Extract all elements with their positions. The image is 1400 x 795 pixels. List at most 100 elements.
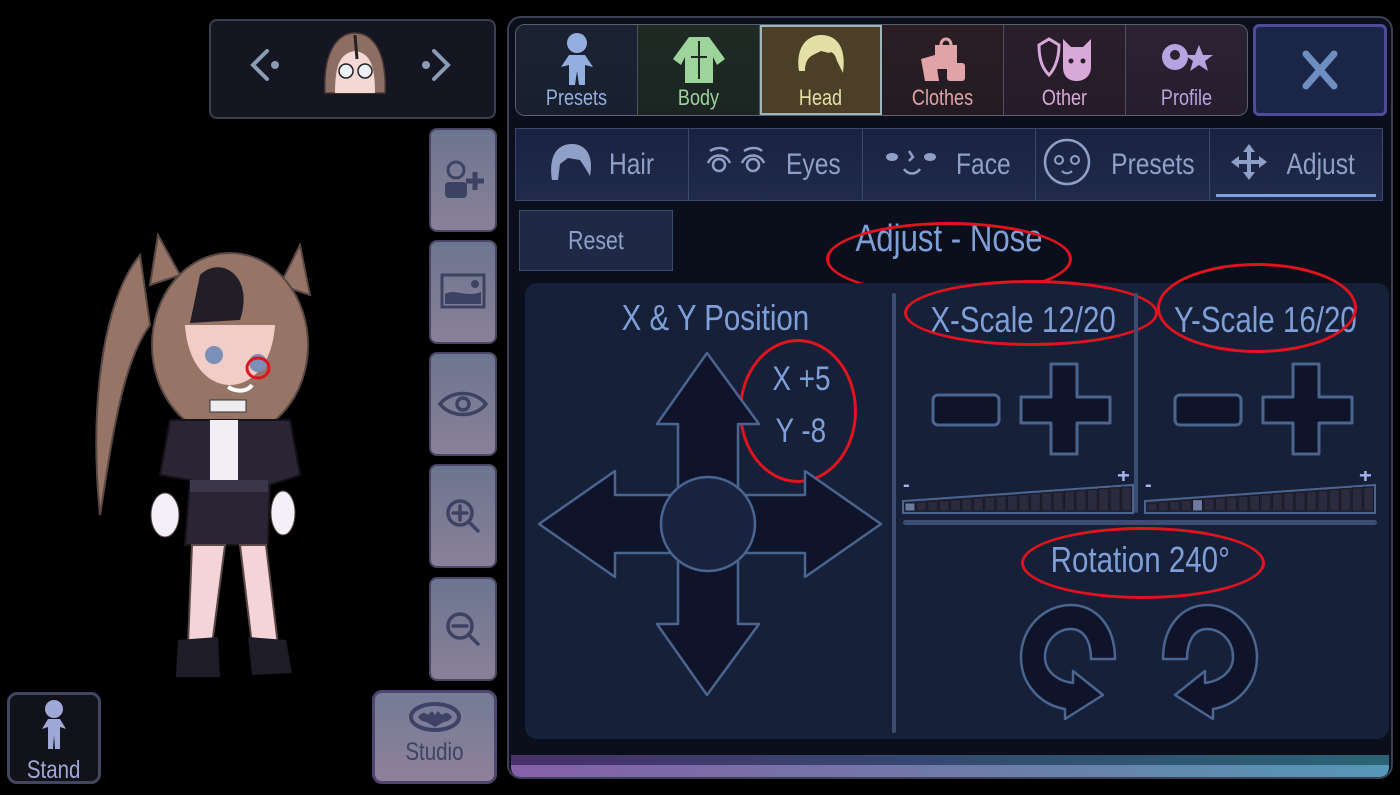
slider-segment [1007,494,1018,512]
x-scale-buttons [931,362,1112,456]
sub-tab-label: Adjust [1286,147,1356,181]
face-icon [882,145,940,184]
category-tab-body[interactable]: Body [638,25,760,115]
person-icon [560,33,593,85]
bat-logo-icon [408,702,461,732]
slider-thumb[interactable] [904,502,916,512]
sub-tab-eyes[interactable]: Eyes [689,129,863,200]
slider-segment [1052,491,1064,512]
rotation-buttons [1019,603,1259,721]
slider-segment [1237,495,1249,512]
slider-segment [1328,489,1340,512]
slider-segment [1249,494,1260,512]
eyes-icon [704,145,770,184]
slider-segment [1351,487,1363,512]
category-tab-head[interactable]: Head [760,25,882,115]
slider-segment [1121,486,1133,512]
image-icon [440,273,486,309]
sub-tab-adjust[interactable]: Adjust [1210,129,1382,200]
zoom-in-icon [446,499,480,533]
head-sub-tabs: Hair Eyes Face Presets Adjust [515,128,1383,201]
slider-segment [1294,491,1306,512]
sub-tab-label: Face [955,147,1011,181]
sub-tab-face[interactable]: Face [863,129,1037,200]
shield-cat-icon [1036,37,1091,81]
slider-segment [1180,499,1192,512]
close-button[interactable] [1253,24,1387,116]
jacket-icon [672,37,725,83]
next-character-button[interactable] [414,45,454,85]
y-scale-decrease-button[interactable] [1173,393,1243,427]
category-label: Presets [545,85,608,110]
prev-character-button[interactable] [247,45,287,85]
slider-segment [961,498,973,512]
slider-segment [1086,489,1098,512]
category-tab-other[interactable]: Other [1004,25,1126,115]
category-tab-clothes[interactable]: Clothes [882,25,1004,115]
slider-segment [972,497,984,512]
sub-tab-label: Presets [1110,147,1195,181]
studio-button[interactable]: Studio [372,690,497,784]
sub-tab-hair[interactable]: Hair [516,129,690,200]
rotate-counterclockwise-button[interactable] [1161,603,1259,721]
y-scale-slider[interactable]: - + [1143,471,1377,517]
position-header: X & Y Position [621,297,809,338]
x-scale-decrease-button[interactable] [931,393,1001,427]
divider [903,520,1377,525]
slider-segment [915,501,927,512]
close-icon [1302,50,1338,90]
slider-segment [1306,490,1318,512]
category-tab-presets[interactable]: Presets [516,25,638,115]
background-button[interactable] [429,240,497,344]
sub-tab-presets[interactable]: Presets [1036,129,1210,200]
slider-segment [938,499,950,512]
hair-icon [546,142,594,187]
eye-icon [437,391,489,417]
add-person-icon [445,160,484,198]
zoom-out-button[interactable] [429,577,497,681]
slider-segment [1283,492,1295,512]
slider-segment [1203,498,1215,512]
rotate-clockwise-button[interactable] [1019,603,1117,721]
annotation-circle [1021,527,1265,599]
y-scale-buttons [1173,362,1354,456]
slider-segment [1098,488,1110,512]
category-label: Body [677,85,720,110]
reset-button[interactable]: Reset [519,210,673,271]
person-icon [42,700,66,749]
visibility-button[interactable] [429,352,497,456]
zoom-out-icon [446,612,480,646]
slider-segment [1169,500,1181,512]
sub-tab-label: Eyes [786,147,841,181]
slider-segment [1271,493,1283,512]
slider-segment [1317,489,1329,512]
face-preset-icon [1042,137,1092,192]
shopping-bags-icon [920,37,965,81]
character-avatar[interactable] [319,29,391,95]
adjust-content: X & Y Position X +5 Y -8 X-Scale 12/20 Y… [525,263,1389,739]
slider-segment [1064,490,1076,512]
stand-button[interactable]: Stand [7,692,101,784]
slider-segment [1340,488,1352,512]
y-scale-increase-button[interactable] [1261,362,1354,456]
slider-segment [1041,492,1053,512]
category-tab-profile[interactable]: Profile [1126,25,1247,115]
category-label: Clothes [911,85,974,110]
slider-segment [1146,502,1158,512]
x-scale-increase-button[interactable] [1019,362,1112,456]
zoom-in-button[interactable] [429,464,497,568]
stand-label: Stand [27,756,81,784]
center-knob[interactable] [659,475,757,573]
hair-icon [797,35,844,73]
slider-thumb[interactable] [1192,499,1203,512]
slider-segment [950,499,961,512]
x-scale-slider[interactable]: - + [901,471,1135,517]
slider-segment [1018,494,1030,512]
character-preview[interactable] [80,215,340,685]
add-character-button[interactable] [429,128,497,232]
slider-segment [1260,494,1272,512]
slider-segment [1226,496,1238,512]
move-arrows-icon [1229,142,1269,187]
slider-segment [1214,497,1226,512]
annotation-circle [1157,263,1357,353]
